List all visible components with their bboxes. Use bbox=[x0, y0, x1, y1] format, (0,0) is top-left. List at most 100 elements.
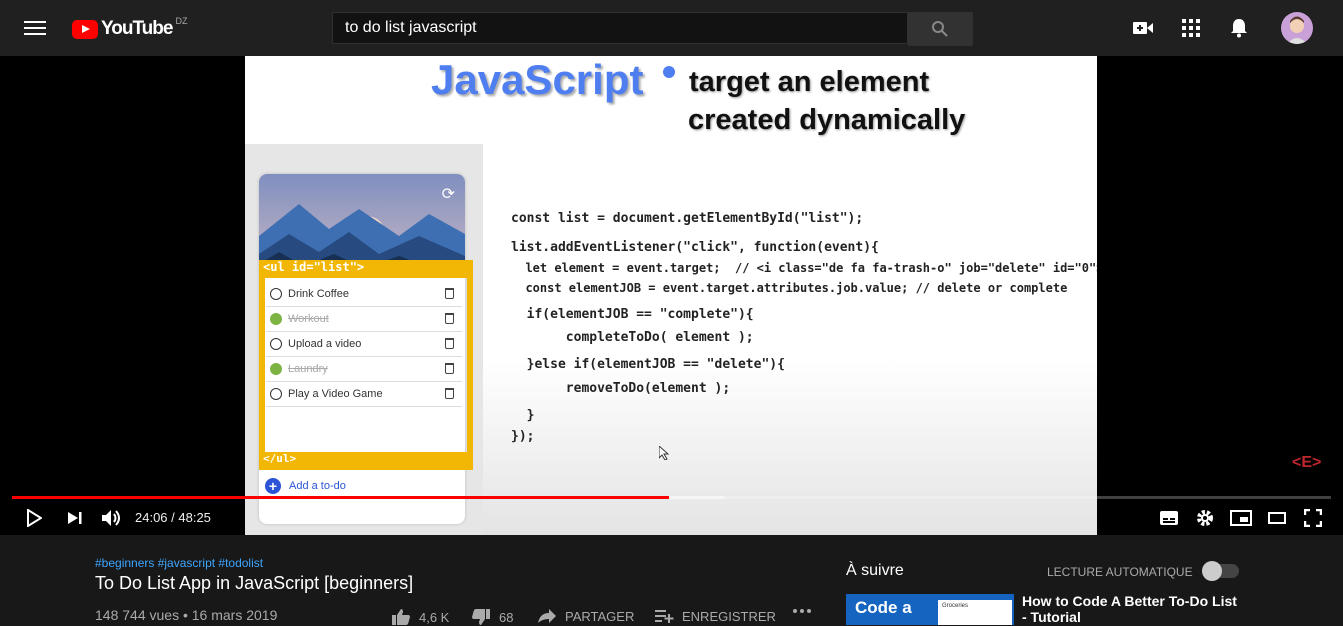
share-label: PARTAGER bbox=[565, 608, 635, 624]
todo-item: Drink Coffee bbox=[266, 282, 462, 307]
gear-icon bbox=[1197, 510, 1213, 526]
menu-icon[interactable] bbox=[24, 17, 46, 39]
todo-item: Upload a video bbox=[266, 332, 462, 357]
subtitles-button[interactable] bbox=[1159, 508, 1179, 528]
theater-mode-button[interactable] bbox=[1267, 508, 1287, 528]
avatar[interactable] bbox=[1281, 12, 1313, 44]
ul-close-tag: </ul> bbox=[263, 452, 297, 465]
dislike-count: 68 bbox=[499, 609, 514, 625]
top-bar: YouTube DZ bbox=[0, 0, 1343, 56]
video-info-area: #beginners #javascript #todolist To Do L… bbox=[0, 535, 1343, 625]
miniplayer-icon bbox=[1230, 510, 1252, 526]
code-line: completeToDo( element ); bbox=[511, 330, 754, 345]
thumbs-down-icon bbox=[472, 609, 490, 625]
code-line: }else if(elementJOB == "delete"){ bbox=[511, 357, 785, 372]
trash-icon bbox=[445, 288, 454, 299]
video-hashtags[interactable]: #beginners #javascript #todolist bbox=[95, 556, 263, 570]
play-icon bbox=[27, 509, 42, 527]
playlist-add-icon bbox=[655, 610, 674, 623]
thumbnail-text: Code a bbox=[855, 598, 912, 617]
channel-watermark: <E> bbox=[1292, 454, 1322, 471]
circle-icon bbox=[270, 288, 282, 300]
miniplayer-button[interactable] bbox=[1230, 508, 1252, 528]
top-actions bbox=[1107, 12, 1313, 44]
todo-item: Workout bbox=[266, 307, 462, 332]
todo-label: Play a Video Game bbox=[288, 388, 383, 400]
fullscreen-button[interactable] bbox=[1304, 508, 1322, 528]
volume-button[interactable] bbox=[101, 508, 123, 528]
code-line: const elementJOB = event.target.attribut… bbox=[511, 281, 1068, 295]
search-icon bbox=[932, 21, 948, 37]
progress-bar[interactable] bbox=[12, 496, 1331, 499]
code-line: if(elementJOB == "complete"){ bbox=[511, 307, 754, 322]
volume-icon bbox=[102, 510, 120, 526]
slide-title-line1: target an element bbox=[689, 66, 930, 98]
logo-country-code: DZ bbox=[175, 16, 188, 26]
next-video-thumbnail[interactable]: Code a Groceries bbox=[846, 594, 1014, 625]
next-button[interactable] bbox=[67, 508, 83, 528]
video-title: To Do List App in JavaScript [beginners] bbox=[95, 573, 414, 593]
skip-next-icon bbox=[68, 512, 82, 524]
save-label: ENREGISTRER bbox=[682, 608, 776, 624]
player-controls: 24:06 / 48:25 bbox=[0, 500, 1343, 535]
youtube-play-icon bbox=[72, 19, 98, 39]
code-line: removeToDo(element ); bbox=[511, 381, 731, 396]
code-line: list.addEventListener("click", function(… bbox=[511, 240, 879, 255]
more-actions-button[interactable] bbox=[792, 608, 812, 614]
circle-icon bbox=[270, 338, 282, 350]
theater-mode-icon bbox=[1268, 512, 1286, 524]
search-input[interactable] bbox=[332, 12, 908, 44]
thumbs-up-icon bbox=[392, 609, 410, 625]
trash-icon bbox=[445, 313, 454, 324]
mountain-banner bbox=[259, 174, 465, 272]
slide-header: JavaScript target an element created dyn… bbox=[245, 56, 1097, 144]
logo-wordmark: YouTube bbox=[101, 18, 173, 39]
autoplay-toggle[interactable] bbox=[1202, 561, 1239, 581]
like-button[interactable]: 4,6 K bbox=[391, 608, 449, 626]
save-button[interactable]: ENREGISTRER bbox=[654, 608, 776, 624]
like-count: 4,6 K bbox=[419, 609, 450, 625]
code-line: }); bbox=[511, 429, 535, 444]
todo-item: Laundry bbox=[266, 357, 462, 382]
youtube-logo[interactable]: YouTube DZ bbox=[72, 16, 188, 40]
apps-grid-icon[interactable] bbox=[1179, 16, 1203, 40]
video-views-date: 148 744 vues • 16 mars 2019 bbox=[95, 607, 278, 623]
trash-icon bbox=[445, 338, 454, 349]
create-video-icon[interactable] bbox=[1131, 16, 1155, 40]
time-display: 24:06 / 48:25 bbox=[135, 510, 211, 525]
video-player[interactable]: JavaScript target an element created dyn… bbox=[0, 56, 1343, 535]
up-next-heading: À suivre bbox=[846, 562, 904, 579]
notifications-bell-icon[interactable] bbox=[1227, 16, 1251, 40]
ul-open-tag: <ul id="list"> bbox=[263, 260, 365, 274]
check-icon bbox=[270, 313, 282, 325]
slide-title-line2: created dynamically bbox=[688, 104, 966, 136]
refresh-icon: ⟳ bbox=[441, 186, 455, 203]
autoplay-label: LECTURE AUTOMATIQUE bbox=[1047, 565, 1193, 579]
trash-icon bbox=[445, 363, 454, 374]
todo-label: Upload a video bbox=[288, 338, 362, 350]
play-button[interactable] bbox=[26, 508, 42, 528]
toggle-knob bbox=[1202, 561, 1222, 581]
add-todo: + Add a to-do bbox=[265, 478, 346, 494]
settings-button[interactable] bbox=[1196, 508, 1214, 528]
video-frame: JavaScript target an element created dyn… bbox=[245, 56, 1097, 535]
fullscreen-icon bbox=[1304, 509, 1322, 527]
mouse-cursor-icon bbox=[658, 444, 670, 465]
todo-label: Workout bbox=[288, 313, 329, 325]
next-video-title[interactable]: How to Code A Better To-Do List - Tutori… bbox=[1022, 593, 1242, 625]
subtitles-icon bbox=[1160, 511, 1178, 525]
title-bullet bbox=[663, 66, 675, 78]
dislike-button[interactable]: 68 bbox=[471, 608, 513, 626]
share-button[interactable]: PARTAGER bbox=[537, 608, 634, 624]
todo-item: Play a Video Game bbox=[266, 382, 462, 407]
todo-label: Laundry bbox=[288, 363, 328, 375]
code-line: let element = event.target; // <i class=… bbox=[511, 261, 1097, 275]
code-line: } bbox=[511, 408, 535, 423]
thumbnail-card-label: Groceries bbox=[942, 603, 969, 609]
circle-icon bbox=[270, 388, 282, 400]
add-todo-label: Add a to-do bbox=[289, 480, 346, 492]
search-button[interactable] bbox=[908, 12, 973, 46]
slide-title-main: JavaScript bbox=[431, 56, 644, 103]
plus-icon: + bbox=[265, 478, 281, 494]
code-line: const list = document.getElementById("li… bbox=[511, 211, 864, 226]
